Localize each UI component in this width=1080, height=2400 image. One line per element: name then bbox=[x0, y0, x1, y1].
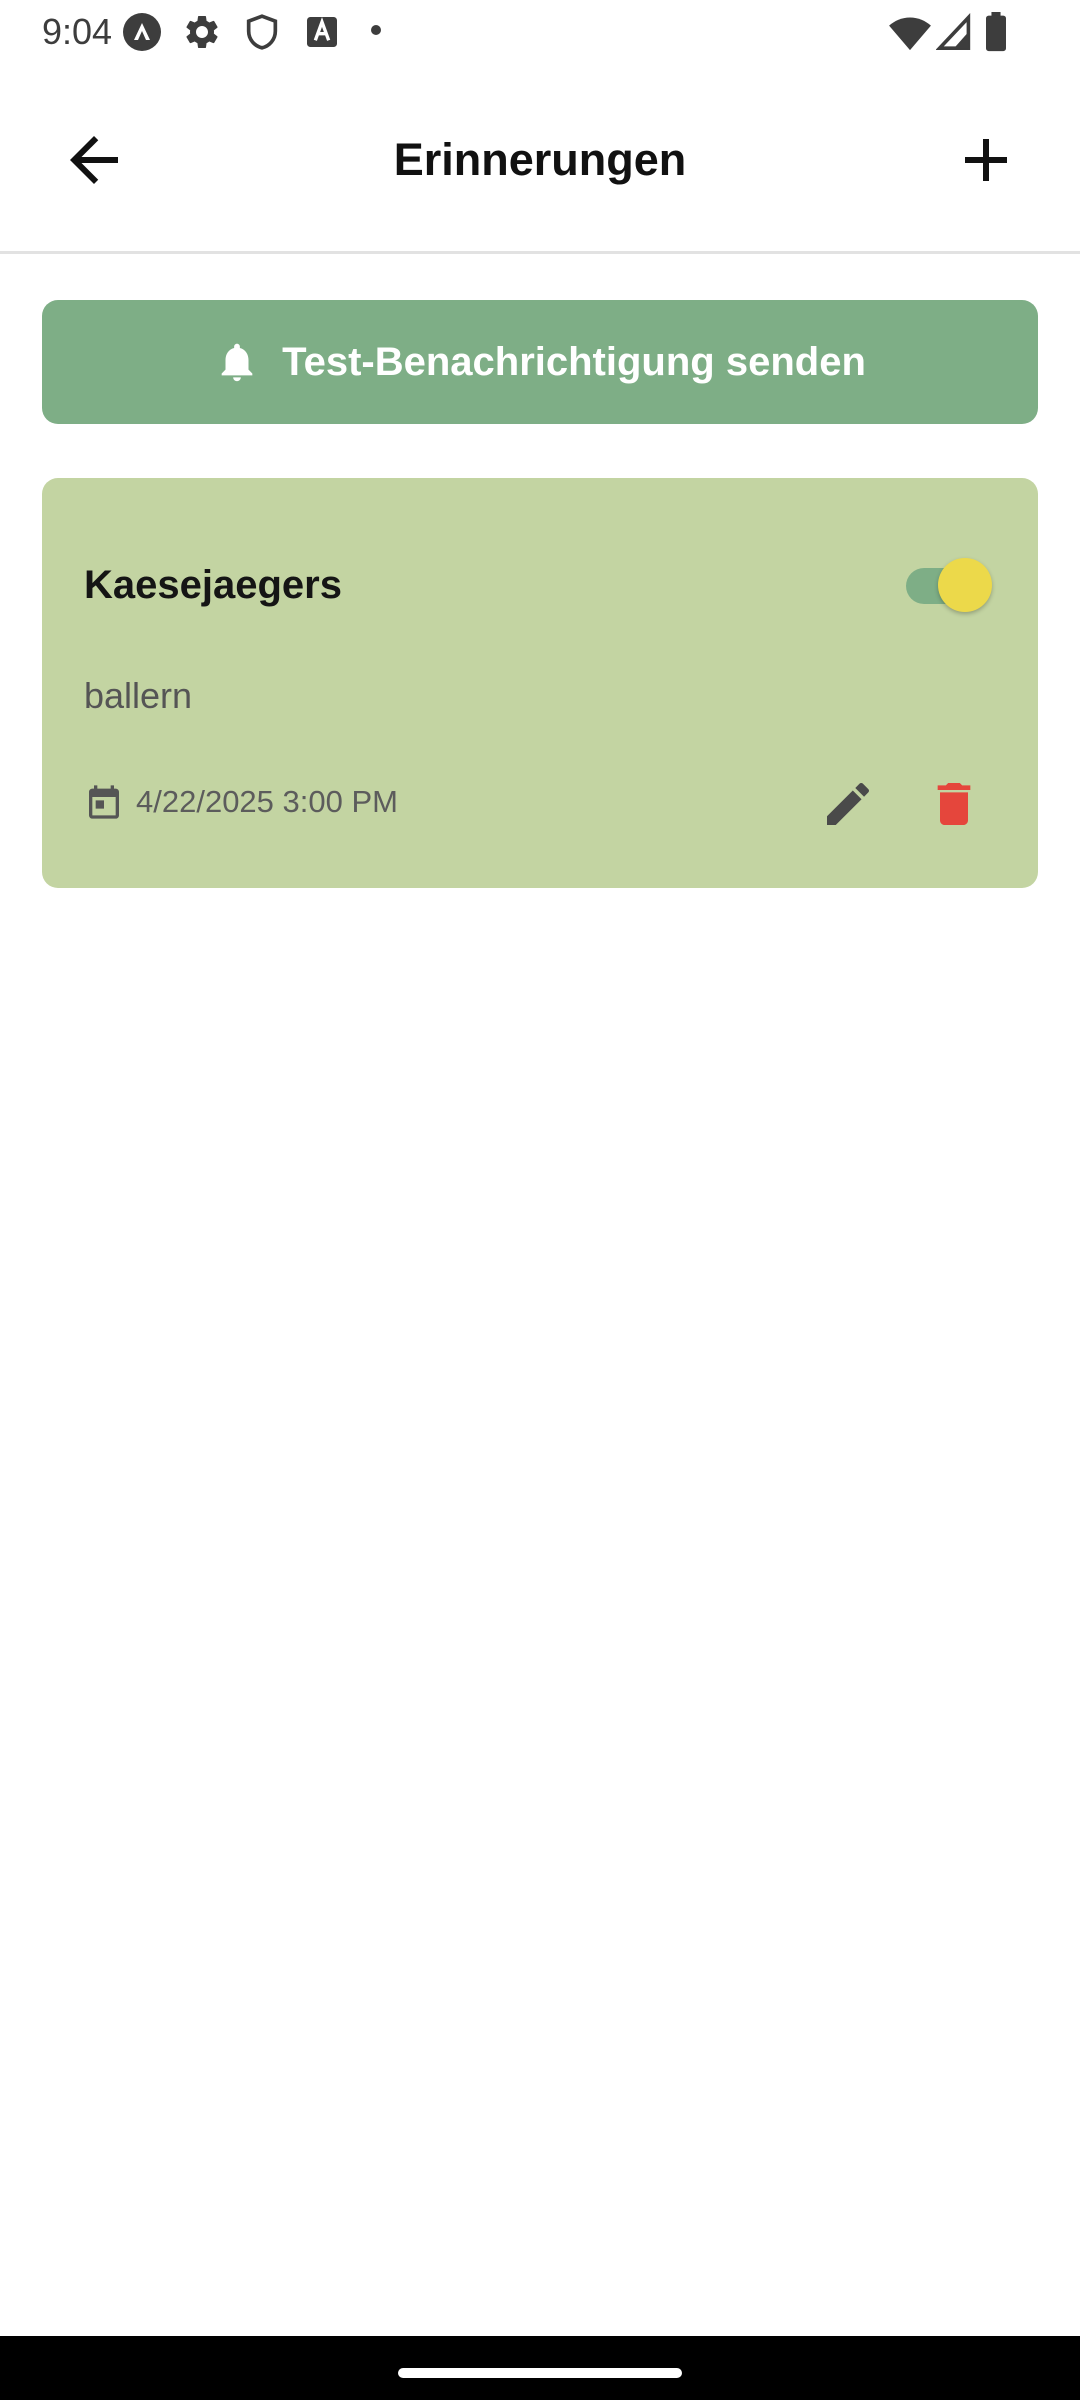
reminder-card[interactable]: Kaesejaegers ballern 4/22/2025 3:00 PM bbox=[42, 478, 1038, 888]
trash-icon bbox=[937, 783, 971, 825]
edit-reminder-button[interactable] bbox=[820, 776, 876, 832]
dot-icon bbox=[368, 22, 384, 38]
status-bar: 9:04 bbox=[0, 0, 1080, 64]
reminder-description: ballern bbox=[84, 675, 193, 716]
plus-icon bbox=[965, 139, 1007, 181]
send-test-notification-button[interactable]: Test-Benachrichtigung senden bbox=[42, 300, 1038, 424]
nav-app-icon bbox=[122, 12, 162, 52]
pencil-icon bbox=[827, 782, 870, 825]
wifi-icon bbox=[888, 12, 932, 52]
system-navigation-bar bbox=[0, 2336, 1080, 2400]
reminders-screen: 9:04 Erinnerungen Test-Benachrichtigung … bbox=[0, 0, 1080, 2400]
status-time: 9:04 bbox=[42, 11, 113, 52]
shield-icon bbox=[242, 12, 282, 52]
reminder-title: Kaesejaegers bbox=[84, 563, 342, 607]
send-test-notification-label: Test-Benachrichtigung senden bbox=[282, 340, 866, 384]
bell-icon bbox=[221, 343, 253, 382]
home-gesture-handle[interactable] bbox=[398, 2368, 682, 2378]
battery-icon bbox=[984, 12, 1008, 52]
page-title: Erinnerungen bbox=[393, 134, 687, 185]
delete-reminder-button[interactable] bbox=[926, 776, 982, 832]
gear-icon bbox=[182, 12, 222, 52]
text-a-icon bbox=[302, 12, 342, 52]
add-reminder-button[interactable] bbox=[950, 124, 1022, 196]
signal-icon bbox=[936, 12, 972, 52]
reminder-enabled-toggle[interactable] bbox=[902, 558, 992, 614]
reminder-datetime: 4/22/2025 3:00 PM bbox=[136, 784, 398, 819]
app-bar: Erinnerungen bbox=[0, 64, 1080, 254]
calendar-icon bbox=[89, 785, 119, 819]
toggle-thumb bbox=[938, 558, 992, 612]
